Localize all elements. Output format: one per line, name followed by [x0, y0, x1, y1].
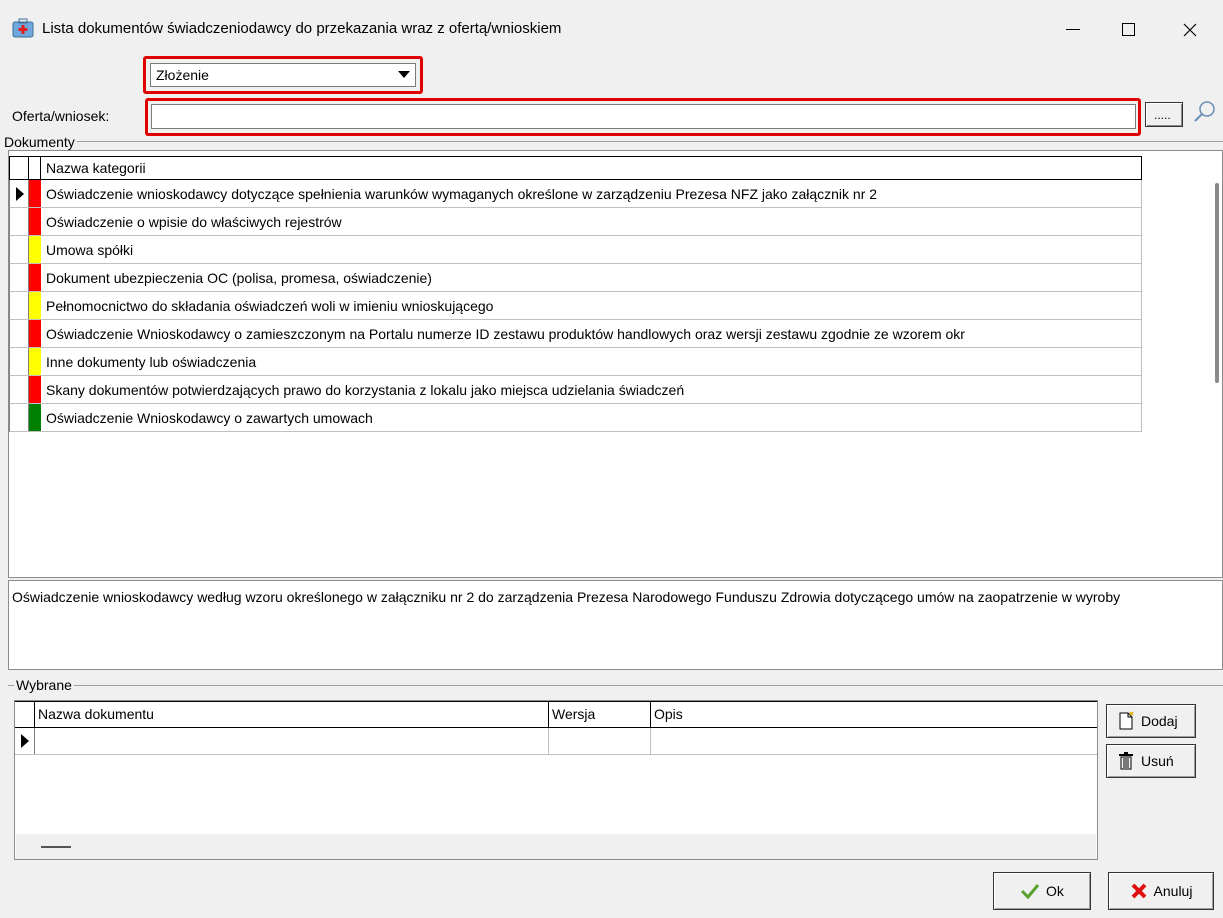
- status-color-cell: [29, 348, 41, 375]
- row-indicator: [10, 320, 29, 347]
- category-name: Skany dokumentów potwierdzających prawo …: [46, 382, 685, 398]
- usun-button[interactable]: Usuń: [1106, 744, 1196, 778]
- column-header-nazwa-kategorii[interactable]: Nazwa kategorii: [46, 160, 146, 176]
- browse-button[interactable]: .....: [1145, 102, 1183, 127]
- row-indicator: [15, 728, 35, 754]
- header-indicator-cell: [15, 702, 35, 728]
- wybrane-header: Nazwa dokumentu Wersja Opis: [15, 701, 1097, 728]
- dokumenty-group-label: Dokumenty: [2, 134, 77, 150]
- table-row[interactable]: Dokument ubezpieczenia OC (polisa, prome…: [9, 264, 1142, 292]
- wybrane-group-border: [8, 685, 1223, 686]
- row-indicator: [10, 348, 29, 375]
- table-row[interactable]: Oświadczenie wnioskodawcy dotyczące speł…: [9, 180, 1142, 208]
- dots-label: .....: [1154, 108, 1171, 122]
- row-indicator: [10, 208, 29, 235]
- status-combobox[interactable]: Złożenie: [150, 63, 416, 87]
- table-row[interactable]: Oświadczenie Wnioskodawcy o zawartych um…: [9, 404, 1142, 432]
- description-text: Oświadczenie wnioskodawcy według wzoru o…: [12, 589, 1121, 605]
- category-name: Umowa spółki: [46, 242, 134, 258]
- category-name: Dokument ubezpieczenia OC (polisa, prome…: [46, 270, 432, 286]
- dodaj-button[interactable]: Dodaj: [1106, 704, 1196, 738]
- column-header-opis[interactable]: Opis: [651, 702, 1097, 728]
- header-status-cell: [29, 157, 41, 179]
- combo-value: Złożenie: [156, 67, 209, 83]
- ok-label: Ok: [1046, 883, 1064, 899]
- current-row-arrow-icon: [16, 187, 24, 201]
- oferta-label: Oferta/wniosek:: [12, 108, 110, 124]
- vertical-scrollbar[interactable]: [1215, 183, 1219, 383]
- row-indicator: [10, 292, 29, 319]
- add-document-icon: [1117, 711, 1135, 731]
- category-name: Pełnomocnictwo do składania oświadczeń w…: [46, 298, 494, 314]
- category-name: Oświadczenie Wnioskodawcy o zamieszczony…: [46, 326, 965, 342]
- category-name: Oświadczenie wnioskodawcy dotyczące speł…: [46, 186, 878, 202]
- dokumenty-header: Nazwa kategorii: [9, 156, 1142, 180]
- title-bar: Lista dokumentów świadczeniodawcy do prz…: [0, 0, 1223, 62]
- row-indicator: [10, 404, 29, 431]
- window-title: Lista dokumentów świadczeniodawcy do prz…: [42, 20, 562, 37]
- cell-wersja[interactable]: [549, 728, 651, 754]
- column-header-label: Nazwa dokumentu: [38, 706, 154, 722]
- dodaj-label: Dodaj: [1141, 713, 1178, 729]
- table-row[interactable]: Umowa spółki: [9, 236, 1142, 264]
- trash-icon: [1117, 751, 1135, 771]
- maximize-button[interactable]: [1099, 10, 1159, 50]
- status-color-cell: [29, 404, 41, 431]
- table-row[interactable]: Oświadczenie o wpisie do właściwych reje…: [9, 208, 1142, 236]
- column-header-wersja[interactable]: Wersja: [549, 702, 651, 728]
- header-indicator-cell: [10, 157, 29, 179]
- cancel-x-icon: [1130, 882, 1148, 900]
- description-box[interactable]: Oświadczenie wnioskodawcy według wzoru o…: [8, 580, 1223, 670]
- cell-opis[interactable]: [651, 728, 1097, 754]
- row-indicator: [10, 236, 29, 263]
- dokumenty-grid[interactable]: Nazwa kategorii Oświadczenie wnioskodawc…: [8, 150, 1223, 578]
- status-color-cell: [29, 264, 41, 291]
- status-color-cell: [29, 292, 41, 319]
- checkmark-icon: [1020, 883, 1040, 899]
- row-indicator: [10, 180, 29, 207]
- table-row[interactable]: [15, 728, 1097, 755]
- column-header-label: Wersja: [552, 706, 596, 722]
- category-name: Inne dokumenty lub oświadczenia: [46, 354, 257, 370]
- horizontal-scrollbar[interactable]: [16, 834, 1096, 859]
- search-icon[interactable]: [1190, 98, 1220, 128]
- ok-button[interactable]: Ok: [993, 872, 1091, 910]
- table-row[interactable]: Skany dokumentów potwierdzających prawo …: [9, 376, 1142, 404]
- cell-nazwa-dokumentu[interactable]: [35, 728, 549, 754]
- anuluj-label: Anuluj: [1153, 883, 1193, 899]
- category-name: Oświadczenie o wpisie do właściwych reje…: [46, 214, 342, 230]
- row-indicator: [10, 264, 29, 291]
- status-color-cell: [29, 376, 41, 403]
- wybrane-group-label: Wybrane: [14, 677, 74, 693]
- status-color-cell: [29, 320, 41, 347]
- scroll-thumb[interactable]: [41, 846, 71, 848]
- category-name: Oświadczenie Wnioskodawcy o zawartych um…: [46, 410, 373, 426]
- close-icon: [1183, 23, 1197, 37]
- status-color-cell: [29, 180, 41, 207]
- column-header-label: Opis: [654, 706, 683, 722]
- anuluj-button[interactable]: Anuluj: [1108, 872, 1214, 910]
- oferta-input[interactable]: [151, 104, 1136, 129]
- table-row[interactable]: Oświadczenie Wnioskodawcy o zamieszczony…: [9, 320, 1142, 348]
- dokumenty-group-border: [8, 141, 1223, 142]
- minimize-button[interactable]: [1043, 10, 1103, 50]
- usun-label: Usuń: [1141, 753, 1174, 769]
- chevron-down-icon[interactable]: [394, 65, 414, 85]
- table-row[interactable]: Inne dokumenty lub oświadczenia: [9, 348, 1142, 376]
- row-indicator: [10, 376, 29, 403]
- status-color-cell: [29, 236, 41, 263]
- app-icon: [12, 18, 34, 38]
- wybrane-grid[interactable]: Nazwa dokumentu Wersja Opis: [14, 700, 1098, 860]
- status-color-cell: [29, 208, 41, 235]
- column-header-nazwa-dokumentu[interactable]: Nazwa dokumentu: [35, 702, 549, 728]
- table-row[interactable]: Pełnomocnictwo do składania oświadczeń w…: [9, 292, 1142, 320]
- close-button[interactable]: [1160, 10, 1220, 50]
